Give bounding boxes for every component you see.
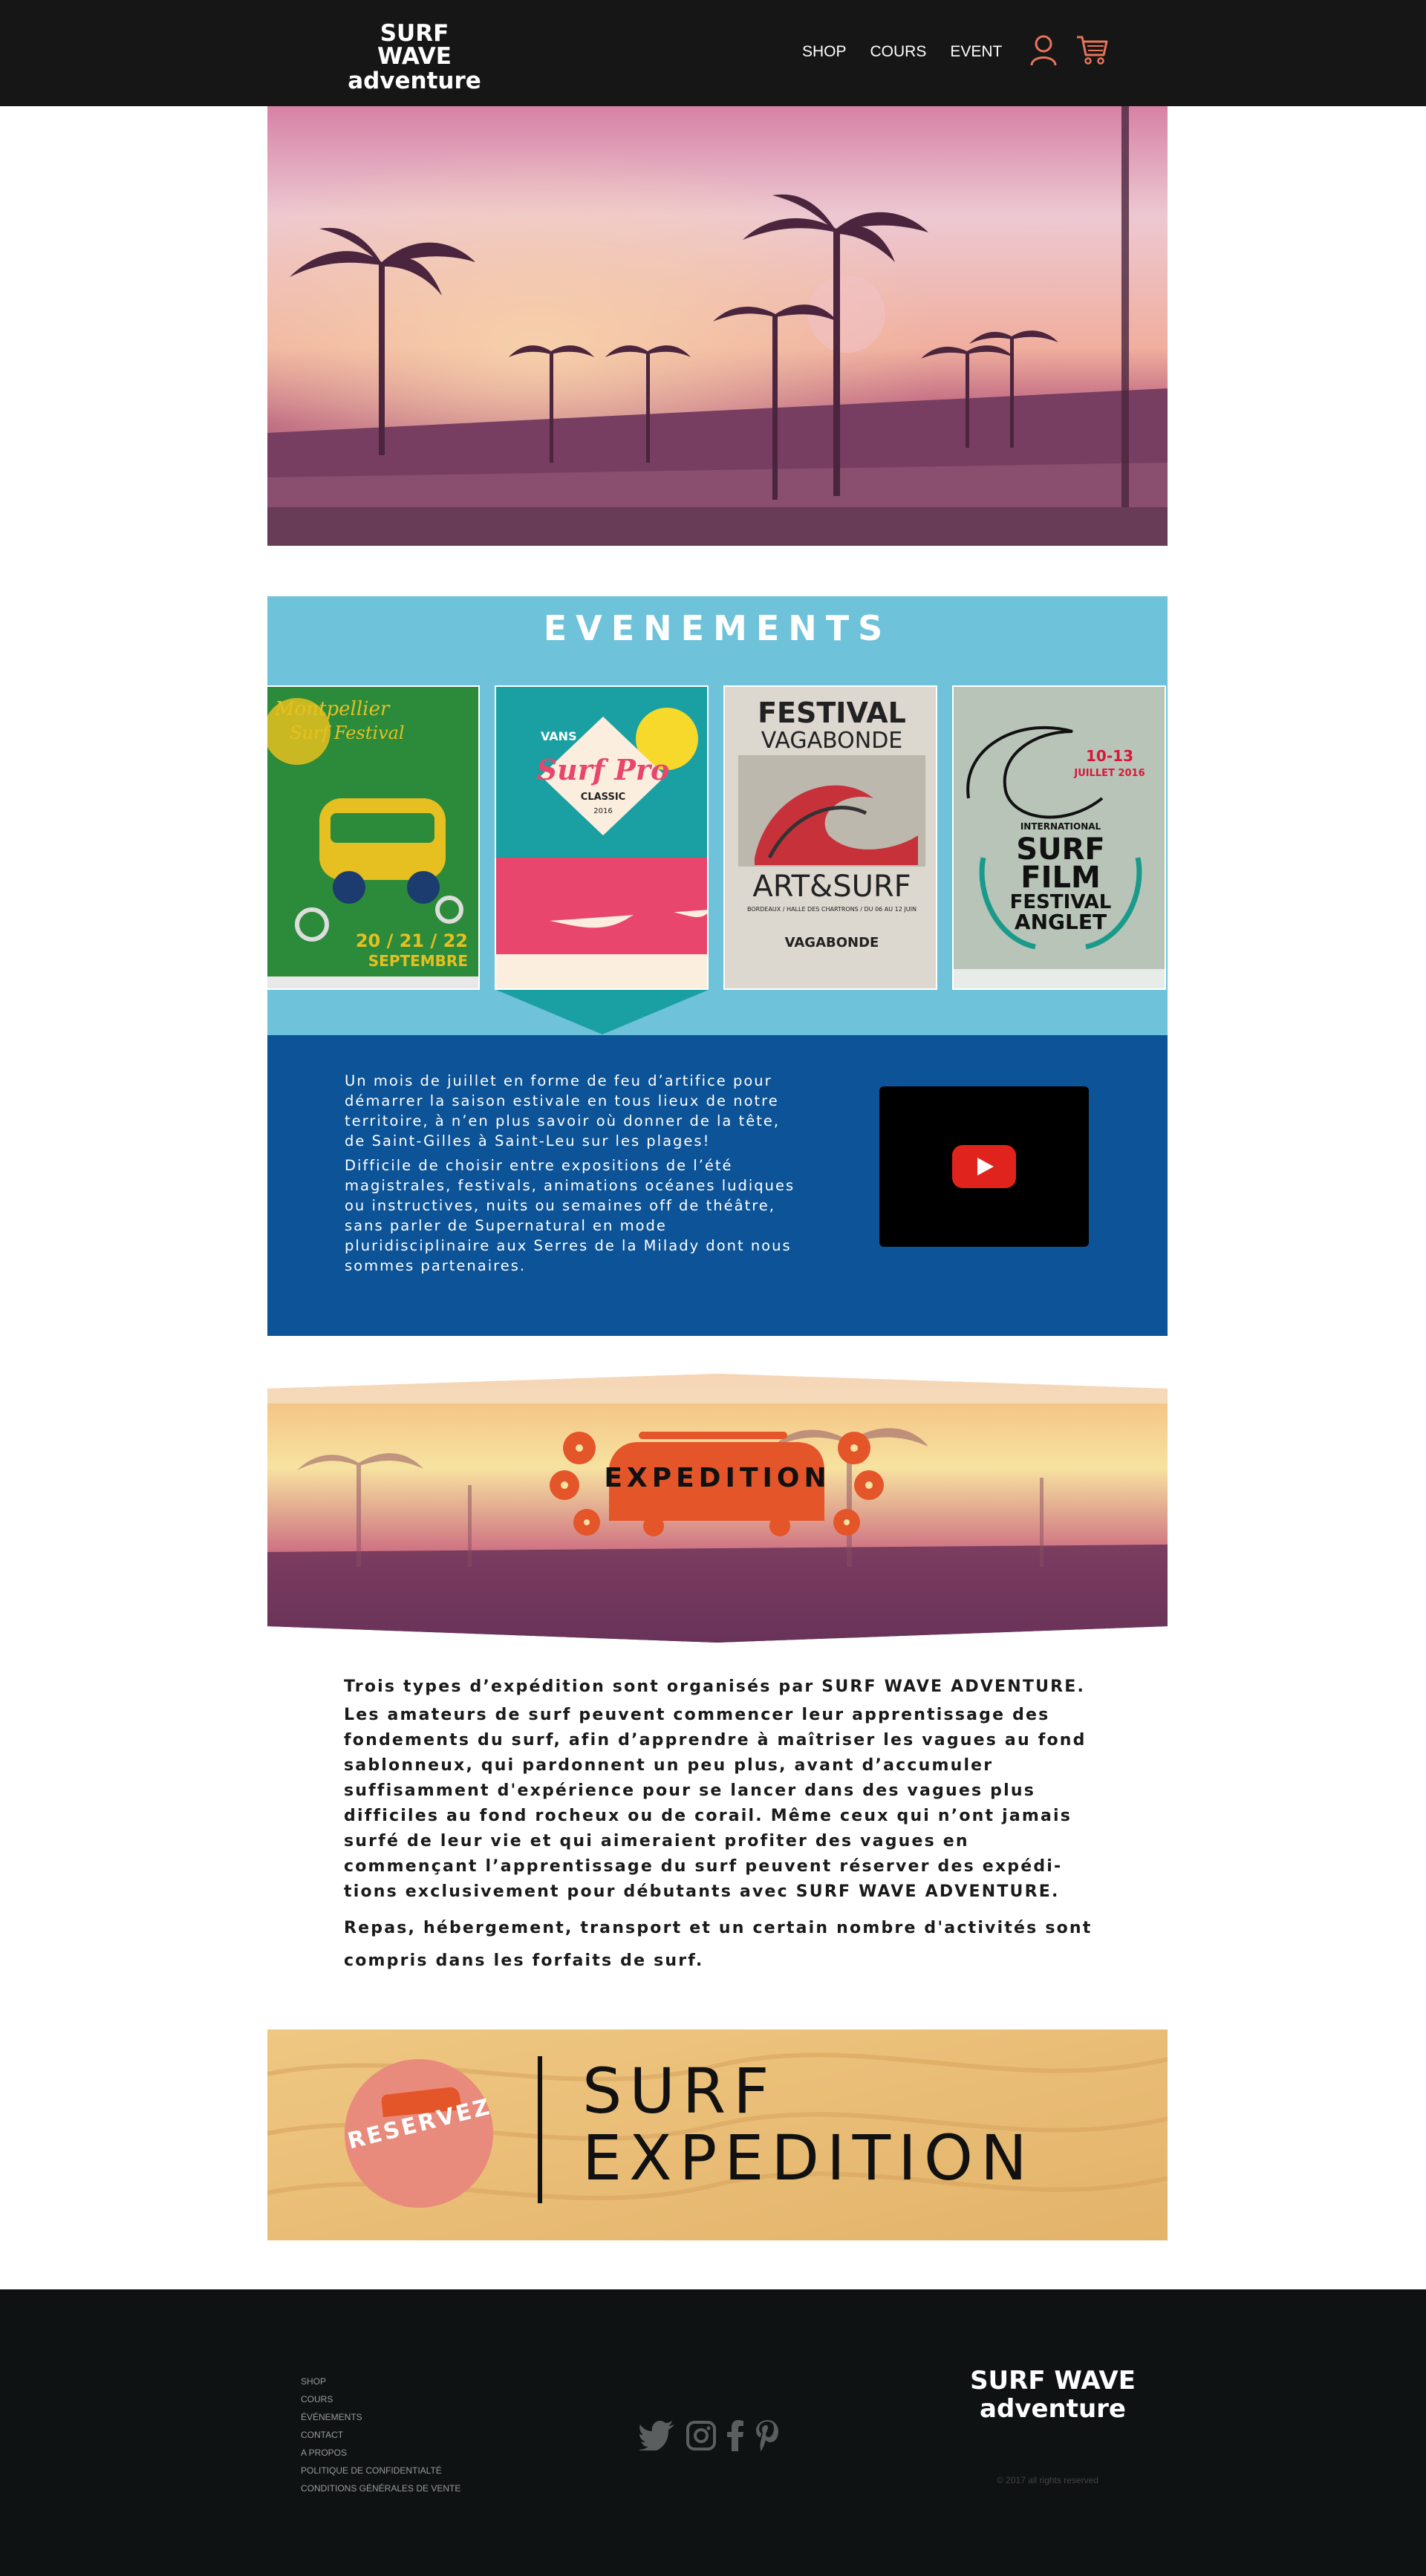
poster-3-headline: ART&SURF — [752, 870, 911, 904]
reserve-title: SURF EXPEDITION — [582, 2058, 1035, 2191]
nav-shop[interactable]: SHOP — [802, 43, 847, 61]
footer-logo[interactable]: SURF WAVE adventure — [969, 2368, 1136, 2422]
selected-poster-arrow — [496, 990, 709, 1034]
footer-logo-line-1: SURF WAVE — [970, 2366, 1136, 2396]
festival-vagabonde-poster[interactable]: FESTIVAL VAGABONDE ART&SURF BORDEAUX / H… — [723, 685, 937, 990]
twitter-icon[interactable] — [639, 2421, 676, 2451]
nav-cours[interactable]: COURS — [870, 43, 927, 61]
footer-logo-line-2: adventure — [980, 2394, 1126, 2424]
events-info-panel: Un mois de juillet en forme de feu d’art… — [267, 1035, 1168, 1336]
events-paragraph-1: Un mois de juillet en forme de feu d’art… — [345, 1072, 781, 1150]
pinterest-icon[interactable] — [755, 2420, 780, 2451]
site-header: SURF WAVE adventure SHOP COURS EVENT — [0, 0, 1426, 106]
footer-link-a-propos[interactable]: A PROPOS — [301, 2444, 460, 2462]
expedition-paragraph-2: Les amateurs de surf peuvent commencer l… — [344, 1706, 1087, 1901]
poster-1-subtitle: Surf Festival — [290, 723, 405, 743]
poster-2-brand: VANS — [541, 729, 577, 743]
footer-link-cours[interactable]: COURS — [301, 2390, 460, 2408]
expedition-banner: EXPEDITION — [267, 1374, 1168, 1643]
expedition-title: EXPEDITION — [604, 1463, 831, 1493]
events-section: EVENEMENTS Montpellier Surf Festival 20 … — [267, 596, 1168, 1039]
logo-line-1: SURF WAVE — [377, 20, 452, 70]
poster-2-subtitle: CLASSIC — [581, 792, 625, 803]
poster-4-art: 10-13 JUILLET 2016 INTERNATIONAL SURF FI… — [954, 687, 1165, 988]
footer-link-terms[interactable]: CONDITIONS GÉNÉRALES DE VENTE — [301, 2479, 460, 2497]
reserve-divider — [538, 2056, 542, 2203]
social-links — [639, 2420, 780, 2451]
expedition-banner-image — [267, 1374, 1168, 1643]
footer-links: SHOP COURS ÉVÉNEMENTS CONTACT A PROPOS P… — [301, 2373, 460, 2497]
poster-4-dates: 10-13 — [1086, 747, 1133, 765]
poster-3-place: BORDEAUX / HALLE DES CHARTRONS / DU 06 A… — [747, 906, 917, 913]
events-title: EVENEMENTS — [543, 608, 892, 648]
surf-film-festival-anglet-poster[interactable]: 10-13 JUILLET 2016 INTERNATIONAL SURF FI… — [952, 685, 1166, 990]
poster-4-intl: INTERNATIONAL — [1020, 821, 1101, 832]
poster-1-dates: 20 / 21 / 22 — [356, 930, 468, 951]
youtube-play-icon[interactable] — [952, 1145, 1016, 1188]
cart-icon[interactable] — [1075, 34, 1108, 65]
footer-link-evenements[interactable]: ÉVÉNEMENTS — [301, 2408, 460, 2426]
vans-surf-pro-classic-poster[interactable]: VANS Surf Pro CLASSIC 2016 — [495, 685, 709, 990]
events-paragraph-2: Difficile de choisir entre expositions d… — [345, 1157, 795, 1274]
poster-2-art: VANS Surf Pro CLASSIC 2016 — [496, 687, 707, 988]
events-description: Un mois de juillet en forme de feu d’art… — [345, 1071, 805, 1280]
poster-3-subtitle: VAGABONDE — [761, 728, 903, 754]
poster-4-month: JUILLET 2016 — [1073, 768, 1145, 779]
poster-1-month: SEPTEMBRE — [368, 952, 468, 970]
poster-4-film: FILM — [1020, 861, 1101, 895]
user-icon[interactable] — [1029, 34, 1058, 67]
instagram-icon[interactable] — [686, 2421, 716, 2451]
logo-line-2: adventure — [348, 68, 481, 94]
poster-3-brand: VAGABONDE — [785, 935, 879, 950]
facebook-icon[interactable] — [726, 2420, 744, 2451]
expedition-description: Trois types d’expédition sont organisés … — [344, 1675, 1101, 1980]
site-footer: SHOP COURS ÉVÉNEMENTS CONTACT A PROPOS P… — [0, 2289, 1426, 2576]
footer-link-privacy[interactable]: POLITIQUE DE CONFIDENTIALTÉ — [301, 2462, 460, 2479]
poster-4-anglet: ANGLET — [1015, 910, 1107, 934]
poster-3-art: FESTIVAL VAGABONDE ART&SURF BORDEAUX / H… — [725, 687, 936, 988]
sunset-palm-beach-image — [267, 106, 1168, 546]
poster-3-title: FESTIVAL — [758, 697, 906, 729]
poster-1-art: Montpellier Surf Festival 20 / 21 / 22 S… — [267, 687, 478, 988]
footer-link-shop[interactable]: SHOP — [301, 2373, 460, 2390]
reserve-title-line-2: EXPEDITION — [582, 2122, 1035, 2194]
reserve-title-line-1: SURF — [582, 2055, 777, 2127]
nav-event[interactable]: EVENT — [950, 43, 1002, 61]
expedition-paragraph-1: Trois types d’expédition sont organisés … — [344, 1677, 1086, 1696]
poster-1-title: Montpellier — [274, 698, 391, 720]
poster-2-year: 2016 — [593, 807, 612, 815]
copyright: © 2017 all rights reserved — [997, 2475, 1098, 2485]
reserve-banner[interactable]: RESERVEZ SURF EXPEDITION — [267, 2029, 1168, 2240]
montpellier-surf-festival-poster[interactable]: Montpellier Surf Festival 20 / 21 / 22 S… — [267, 685, 480, 990]
footer-link-contact[interactable]: CONTACT — [301, 2426, 460, 2444]
expedition-paragraph-3: Repas, hébergement, transport et un cert… — [344, 1919, 1093, 1970]
site-logo[interactable]: SURF WAVE adventure — [348, 22, 481, 93]
main-nav: SHOP COURS EVENT — [802, 43, 1002, 61]
hero-image — [267, 106, 1168, 546]
poster-2-title: Surf Pro — [537, 753, 670, 786]
events-video-player[interactable] — [879, 1086, 1089, 1247]
